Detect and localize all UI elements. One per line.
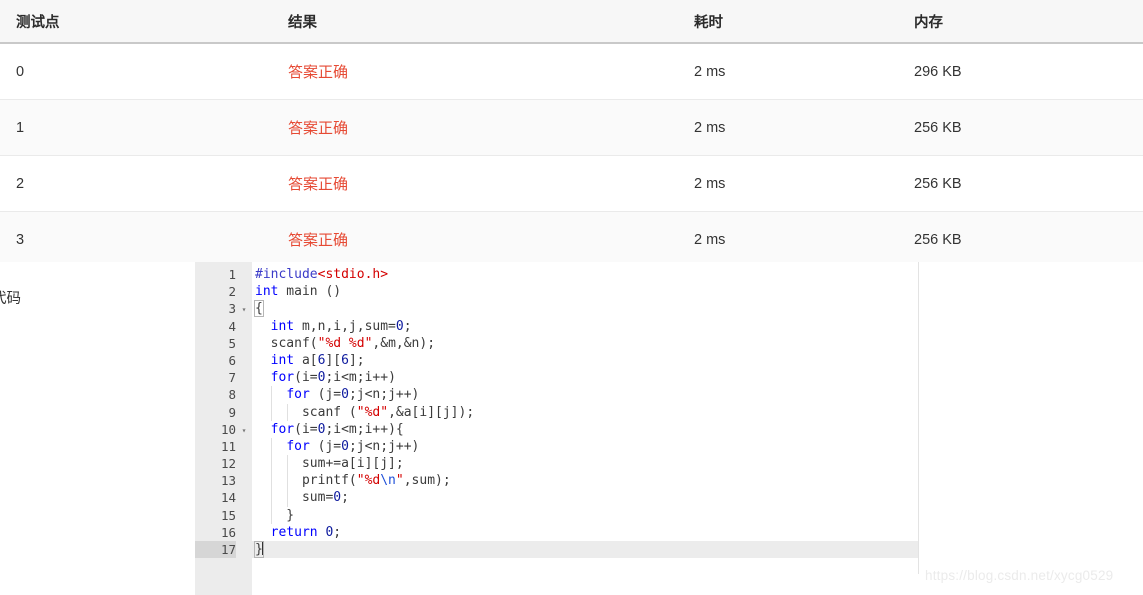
status-badge-verdict: 答案正确 (288, 232, 349, 249)
cell-memory: 256 KB (914, 231, 962, 248)
editor-code-lines: 1 #include<stdio.h> 2 int main () 3 ▾ { … (195, 266, 918, 559)
line-number: 3 (195, 300, 236, 318)
cell-memory: 256 KB (914, 119, 962, 136)
code-line: 11 for (j=0;j<n;j++) (195, 437, 918, 456)
line-number: 7 (195, 369, 236, 387)
code-line: 15 } (195, 506, 918, 524)
fold-arrow-icon[interactable]: ▾ (238, 300, 250, 317)
code-line: 10 ▾ for(i=0;i<m;i++){ (195, 420, 918, 438)
status-badge-verdict: 答案正确 (288, 64, 349, 81)
line-content: } (255, 507, 295, 523)
code-line: 9 scanf ("%d",&a[i][j]); (195, 403, 918, 421)
watermark-url: https://blog.csdn.net/xycg0529 (925, 568, 1114, 583)
column-header-result: 结果 (272, 0, 678, 44)
line-content: for (j=0;j<n;j++) (286, 387, 420, 403)
active-line-highlight (252, 541, 918, 559)
line-number: 13 (195, 472, 236, 490)
line-content: scanf ("%d",&a[i][j]); (255, 404, 475, 420)
cell-memory: 256 KB (914, 175, 962, 192)
cell-time: 2 ms (694, 175, 726, 192)
status-badge-verdict: 答案正确 (288, 120, 349, 137)
code-line: 3 ▾ { (195, 300, 918, 318)
text-cursor (261, 541, 263, 555)
cell-time: 2 ms (694, 231, 726, 248)
code-line-active: 17 } (195, 541, 918, 559)
table-header-row: 测试点 结果 耗时 内存 (0, 0, 1143, 44)
code-line: 2 int main () (195, 283, 918, 301)
cell-time: 2 ms (694, 63, 726, 80)
code-panel-label: 代码 (0, 291, 21, 307)
line-content: for(i=0;i<m;i++) (270, 370, 396, 386)
column-header-time: 耗时 (678, 0, 898, 44)
line-number: 9 (195, 403, 236, 421)
line-content: { (254, 300, 264, 318)
line-number: 12 (195, 455, 236, 473)
code-line: 1 #include<stdio.h> (195, 266, 918, 284)
line-content: sum=0; (255, 490, 349, 506)
code-line: 12 sum+=a[i][j]; (195, 455, 918, 473)
line-content: int main () (255, 284, 342, 300)
line-number: 11 (195, 437, 236, 456)
cell-testcase: 3 (0, 211, 272, 268)
table-row: 1 答案正确 2 ms 256 KB (0, 99, 1143, 156)
code-line: 7 for(i=0;i<m;i++) (195, 369, 918, 387)
line-number: 6 (195, 351, 236, 370)
line-number: 2 (195, 283, 236, 301)
code-line: 16 return 0; (195, 523, 918, 541)
code-line: 8 for (j=0;j<n;j++) (195, 386, 918, 404)
table-row: 2 答案正确 2 ms 256 KB (0, 155, 1143, 212)
line-number: 17 (195, 541, 236, 559)
table-row: 3 答案正确 2 ms 256 KB (0, 211, 1143, 268)
cell-testcase: 2 (0, 155, 272, 212)
code-line: 4 int m,n,i,j,sum=0; (195, 317, 918, 335)
line-number: 15 (195, 506, 236, 524)
code-editor[interactable]: 1 #include<stdio.h> 2 int main () 3 ▾ { … (195, 262, 918, 595)
code-line: 5 scanf("%d %d",&m,&n); (195, 334, 918, 352)
line-content: int a[6][6]; (270, 352, 365, 368)
fold-arrow-icon[interactable]: ▾ (238, 421, 250, 438)
line-content: return 0; (270, 524, 342, 540)
status-badge-verdict: 答案正确 (288, 176, 349, 193)
table-body: 0 答案正确 2 ms 296 KB 1 答案正确 2 ms 256 KB 2 … (0, 43, 1143, 268)
code-line: 13 printf("%d\n",sum); (195, 472, 918, 490)
code-panel: 代码 1 #include<stdio.h> 2 int main () 3 ▾… (0, 262, 1143, 595)
line-number: 8 (195, 386, 236, 404)
line-content: int m,n,i,j,sum=0; (270, 318, 412, 334)
line-number: 4 (195, 317, 236, 335)
line-content: for(i=0;i<m;i++){ (270, 421, 404, 437)
line-content: #include<stdio.h> (255, 267, 389, 282)
line-number: 1 (195, 266, 236, 284)
column-header-memory: 内存 (898, 0, 1143, 44)
cell-time: 2 ms (694, 119, 726, 136)
table-row: 0 答案正确 2 ms 296 KB (0, 43, 1143, 100)
line-content: } (254, 541, 264, 558)
line-content: for (j=0;j<n;j++) (286, 438, 420, 454)
cell-testcase: 1 (0, 99, 272, 156)
editor-right-divider (918, 262, 919, 574)
line-content: sum+=a[i][j]; (255, 456, 404, 472)
code-line: 6 int a[6][6]; (195, 351, 918, 370)
test-results-table: 测试点 结果 耗时 内存 0 答案正确 2 ms 296 KB 1 答案正确 2… (0, 0, 1143, 268)
line-number: 10 (195, 420, 236, 438)
line-number: 14 (195, 489, 236, 507)
code-line: 14 sum=0; (195, 489, 918, 507)
column-header-testcase: 测试点 (0, 0, 272, 44)
line-content: printf("%d\n",sum); (255, 473, 451, 489)
line-content: scanf("%d %d",&m,&n); (255, 335, 436, 351)
cell-testcase: 0 (0, 43, 272, 100)
line-number: 16 (195, 523, 236, 541)
cell-memory: 296 KB (914, 63, 962, 80)
line-number: 5 (195, 334, 236, 352)
